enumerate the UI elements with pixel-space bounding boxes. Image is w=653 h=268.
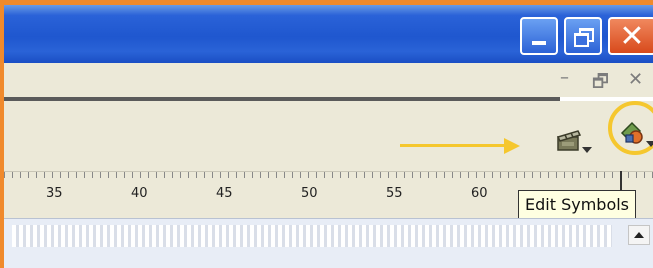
ruler-label: 55	[386, 186, 403, 201]
document-close-button[interactable]: ✕	[628, 69, 643, 90]
up-arrow-icon	[634, 232, 644, 238]
minimize-button[interactable]	[520, 17, 558, 55]
document-minimize-button[interactable]: –	[560, 67, 569, 88]
edit-scene-button[interactable]	[556, 127, 592, 153]
edit-symbols-dropdown-icon	[646, 141, 653, 147]
restore-button[interactable]	[564, 17, 602, 55]
tooltip-leader-line	[620, 171, 622, 190]
timeline-frames	[4, 218, 653, 268]
edit-symbols-icon	[620, 121, 643, 144]
minimize-icon	[532, 41, 546, 45]
app-window: ✕ – 🗗 ✕ 35 40 45 50 55 60 Edit Symbols	[0, 0, 653, 268]
ruler-label: 40	[131, 186, 148, 201]
edit-scene-dropdown-icon	[582, 147, 592, 153]
frame-cells[interactable]	[12, 225, 612, 247]
callout-arrow-line	[400, 144, 508, 147]
ruler-label: 45	[216, 186, 233, 201]
document-restore-button[interactable]: 🗗	[592, 69, 609, 99]
ruler-label: 35	[46, 186, 63, 201]
edit-symbols-button[interactable]	[618, 119, 653, 147]
close-button[interactable]: ✕	[608, 17, 653, 55]
menu-bar: – 🗗 ✕	[4, 63, 653, 97]
title-bar[interactable]: ✕	[4, 5, 653, 63]
ruler-label: 60	[471, 186, 488, 201]
ruler-label: 50	[301, 186, 318, 201]
scroll-up-button[interactable]	[628, 225, 650, 245]
callout-arrow-head	[504, 138, 520, 154]
edit-bar	[4, 101, 653, 171]
ruler-ticks	[4, 172, 653, 178]
clapperboard-icon	[556, 130, 582, 151]
edit-symbols-tooltip: Edit Symbols	[518, 190, 637, 220]
restore-icon	[574, 28, 594, 47]
close-icon: ✕	[619, 18, 645, 54]
